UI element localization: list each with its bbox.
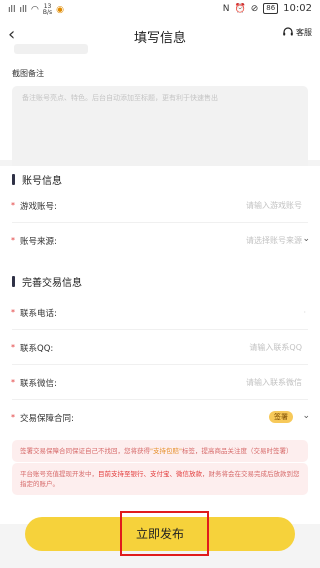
chevron-down-icon[interactable]: ⌄: [302, 411, 310, 421]
account-section-title: 账号信息: [22, 176, 62, 187]
game-account-row[interactable]: * 游戏账号: 请输入游戏账号: [0, 189, 320, 223]
contact-phone-label: 联系电话:: [20, 309, 57, 319]
required-mark: *: [11, 343, 15, 352]
remark-textarea[interactable]: 备注账号亮点、特色。后台自动添加至标题，更有利于快速售出: [12, 86, 308, 170]
remark-card: 截图备注 备注账号亮点、特色。后台自动添加至标题，更有利于快速售出: [0, 44, 320, 170]
eye-icon: ◉: [56, 5, 65, 15]
bottom-safe-area: [0, 560, 320, 568]
net-speed: 13 B/s: [42, 3, 53, 16]
payout-notice: 平台账号充值提现开发中，目前支持至银行、支付宝、微信放款，财务将会在交易完成后放…: [12, 463, 308, 495]
service-label: 客服: [296, 27, 312, 37]
account-source-select[interactable]: 请选择账号来源: [246, 235, 302, 246]
required-mark: *: [11, 201, 15, 210]
notice-text: 签署交易保障合同保证自己不找回，您将获得: [20, 447, 150, 455]
divider: [12, 222, 308, 223]
notice-highlight: "支持包赔": [150, 447, 182, 455]
account-source-label: 账号来源:: [20, 237, 57, 247]
required-mark: *: [11, 378, 15, 387]
required-mark: *: [11, 308, 15, 317]
game-account-label: 游戏账号:: [20, 202, 57, 212]
account-source-row[interactable]: * 账号来源: 请选择账号来源 ⌄: [0, 224, 320, 258]
section-marker: [12, 276, 15, 287]
form-scroll-area[interactable]: 截图备注 备注账号亮点、特色。后台自动添加至标题，更有利于快速售出 账号信息 *…: [0, 44, 320, 568]
contact-qq-label: 联系QQ:: [20, 344, 54, 354]
required-mark: *: [11, 236, 15, 245]
divider: [12, 329, 308, 330]
signal-icon: ıll: [8, 5, 16, 15]
divider: [12, 399, 308, 400]
trade-contract-label: 交易保障合同:: [20, 414, 74, 424]
clock: 10:02: [283, 3, 312, 14]
notice-highlight: 目前支持至银行、支付宝、微信放款: [98, 470, 202, 478]
contact-phone-row[interactable]: * 联系电话: ·: [0, 296, 320, 330]
trade-section-header: 完善交易信息: [12, 274, 82, 289]
alarm-icon: ⏰: [234, 3, 246, 14]
contact-qq-row[interactable]: * 联系QQ: 请输入联系QQ: [0, 331, 320, 365]
headset-icon: [283, 27, 293, 36]
previous-input-stub: [14, 44, 88, 54]
annotation-highlight-box: [120, 511, 209, 556]
wifi-icon: ◠: [31, 5, 39, 15]
contact-qq-input[interactable]: 请输入联系QQ: [249, 342, 302, 353]
remark-label: 截图备注: [12, 69, 44, 78]
chevron-down-icon[interactable]: ⌄: [302, 234, 310, 244]
signal-icon-2: ıll: [19, 5, 28, 15]
divider: [12, 364, 308, 365]
notice-text: 平台账号充值提现开发中，: [20, 470, 98, 478]
required-mark: *: [11, 413, 15, 422]
sign-badge[interactable]: 签署: [269, 411, 293, 423]
contact-wechat-label: 联系微信:: [20, 379, 57, 389]
battery-icon: 86: [263, 3, 279, 14]
trade-contract-row[interactable]: * 交易保障合同: 签署 ⌄: [0, 401, 320, 435]
mute-icon: ⊘: [250, 3, 259, 14]
section-marker: [12, 174, 15, 185]
contact-phone-input[interactable]: ·: [303, 308, 306, 317]
trade-section-title: 完善交易信息: [22, 278, 82, 289]
contract-notice: 签署交易保障合同保证自己不找回，您将获得"支持包赔"标签，提高商品关注度（交易时…: [12, 440, 308, 462]
account-section-header: 账号信息: [12, 172, 62, 187]
notice-text: 标签，提高商品关注度（交易时签署）: [181, 447, 293, 455]
game-account-input[interactable]: 请输入游戏账号: [246, 200, 302, 211]
contact-wechat-row[interactable]: * 联系微信: 请输入联系微信: [0, 366, 320, 400]
contact-wechat-input[interactable]: 请输入联系微信: [246, 377, 302, 388]
customer-service-button[interactable]: 客服: [282, 26, 312, 38]
status-bar: ıll ıll ◠ 13 B/s ◉ N ⏰ ⊘ 86 10:02: [0, 0, 320, 20]
nfc-icon: N: [222, 3, 230, 14]
